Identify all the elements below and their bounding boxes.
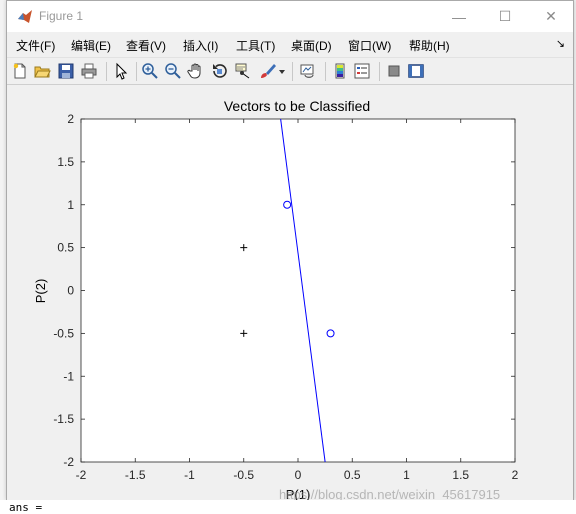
menu-file[interactable]: 文件(F) [16,37,55,54]
close-button[interactable]: ✕ [528,1,574,32]
y-axis-label: P(2) [33,279,48,304]
scatter-chart[interactable]: Vectors to be Classified -2 -1.5 -1 -0.5 0 0.… [7,85,573,502]
title-bar[interactable]: Figure 1 — ☐ ✕ [7,1,573,32]
menu-insert[interactable]: 插入(I) [183,37,218,54]
menu-tools[interactable]: 工具(T) [236,37,275,54]
y-tick-label: -1.5 [53,412,74,426]
open-file-icon[interactable] [33,62,51,80]
new-figure-icon[interactable] [11,62,29,80]
link-plot-icon[interactable] [299,62,317,80]
rotate-3d-icon[interactable] [211,62,229,80]
minimize-button[interactable]: — [436,1,482,32]
edit-plot-pointer-icon[interactable] [112,62,130,80]
x-tick-label: -2 [76,468,87,482]
y-tick-label: -2 [63,455,74,469]
insert-legend-icon[interactable] [353,62,371,80]
x-tick-label: -1.5 [125,468,146,482]
x-tick-label: 0.5 [344,468,361,482]
plot-area[interactable] [80,118,516,463]
window-title: Figure 1 [39,9,84,23]
toolbar-separator [292,62,293,81]
menu-bar: 文件(F) 编辑(E) 查看(V) 插入(I) 工具(T) 桌面(D) 窗口(W… [7,32,573,57]
menu-overflow-icon[interactable]: ↘ [556,37,565,50]
y-tick-label: 0 [67,284,74,298]
toolbar-separator [106,62,107,81]
command-output-text: ans = [9,501,43,514]
data-cursor-icon[interactable] [234,62,252,80]
x-tick-label: -0.5 [233,468,254,482]
chart-title: Vectors to be Classified [224,98,370,114]
maximize-button[interactable]: ☐ [482,1,528,32]
y-tick-label: -1 [63,369,74,383]
figure-window: Figure 1 — ☐ ✕ 文件(F) 编辑(E) 查看(V) 插入(I) 工… [6,0,574,502]
y-tick-label: 1.5 [57,155,74,169]
menu-view[interactable]: 查看(V) [126,37,166,54]
matlab-logo-icon [18,10,32,23]
menu-desktop[interactable]: 桌面(D) [291,37,332,54]
toolbar-separator [379,62,380,81]
hide-plot-tools-icon[interactable] [385,62,403,80]
menu-help[interactable]: 帮助(H) [409,37,450,54]
command-window-strip: ans = [0,500,576,514]
y-tick-label: 2 [67,112,74,126]
x-tick-label: 1.5 [452,468,469,482]
menu-window[interactable]: 窗口(W) [348,37,391,54]
brush-dropdown-icon[interactable] [277,62,287,80]
x-tick-label: 1 [403,468,410,482]
print-icon[interactable] [80,62,98,80]
save-icon[interactable] [57,62,75,80]
pan-hand-icon[interactable] [187,62,205,80]
figure-toolbar [7,57,573,85]
x-tick-label: 0 [295,468,302,482]
insert-colorbar-icon[interactable] [331,62,349,80]
show-plot-tools-icon[interactable] [407,62,425,80]
x-tick-label: 2 [512,468,519,482]
brush-icon[interactable] [258,62,276,80]
menu-edit[interactable]: 编辑(E) [71,37,111,54]
toolbar-separator [325,62,326,81]
toolbar-separator [136,62,137,81]
zoom-out-icon[interactable] [164,62,182,80]
y-tick-label: -0.5 [53,326,74,340]
x-tick-label: -1 [184,468,195,482]
figure-canvas[interactable]: Vectors to be Classified -2 -1.5 -1 -0.5 0 0.… [7,85,573,502]
y-tick-label: 0.5 [57,241,74,255]
zoom-in-icon[interactable] [141,62,159,80]
y-tick-label: 1 [67,198,74,212]
